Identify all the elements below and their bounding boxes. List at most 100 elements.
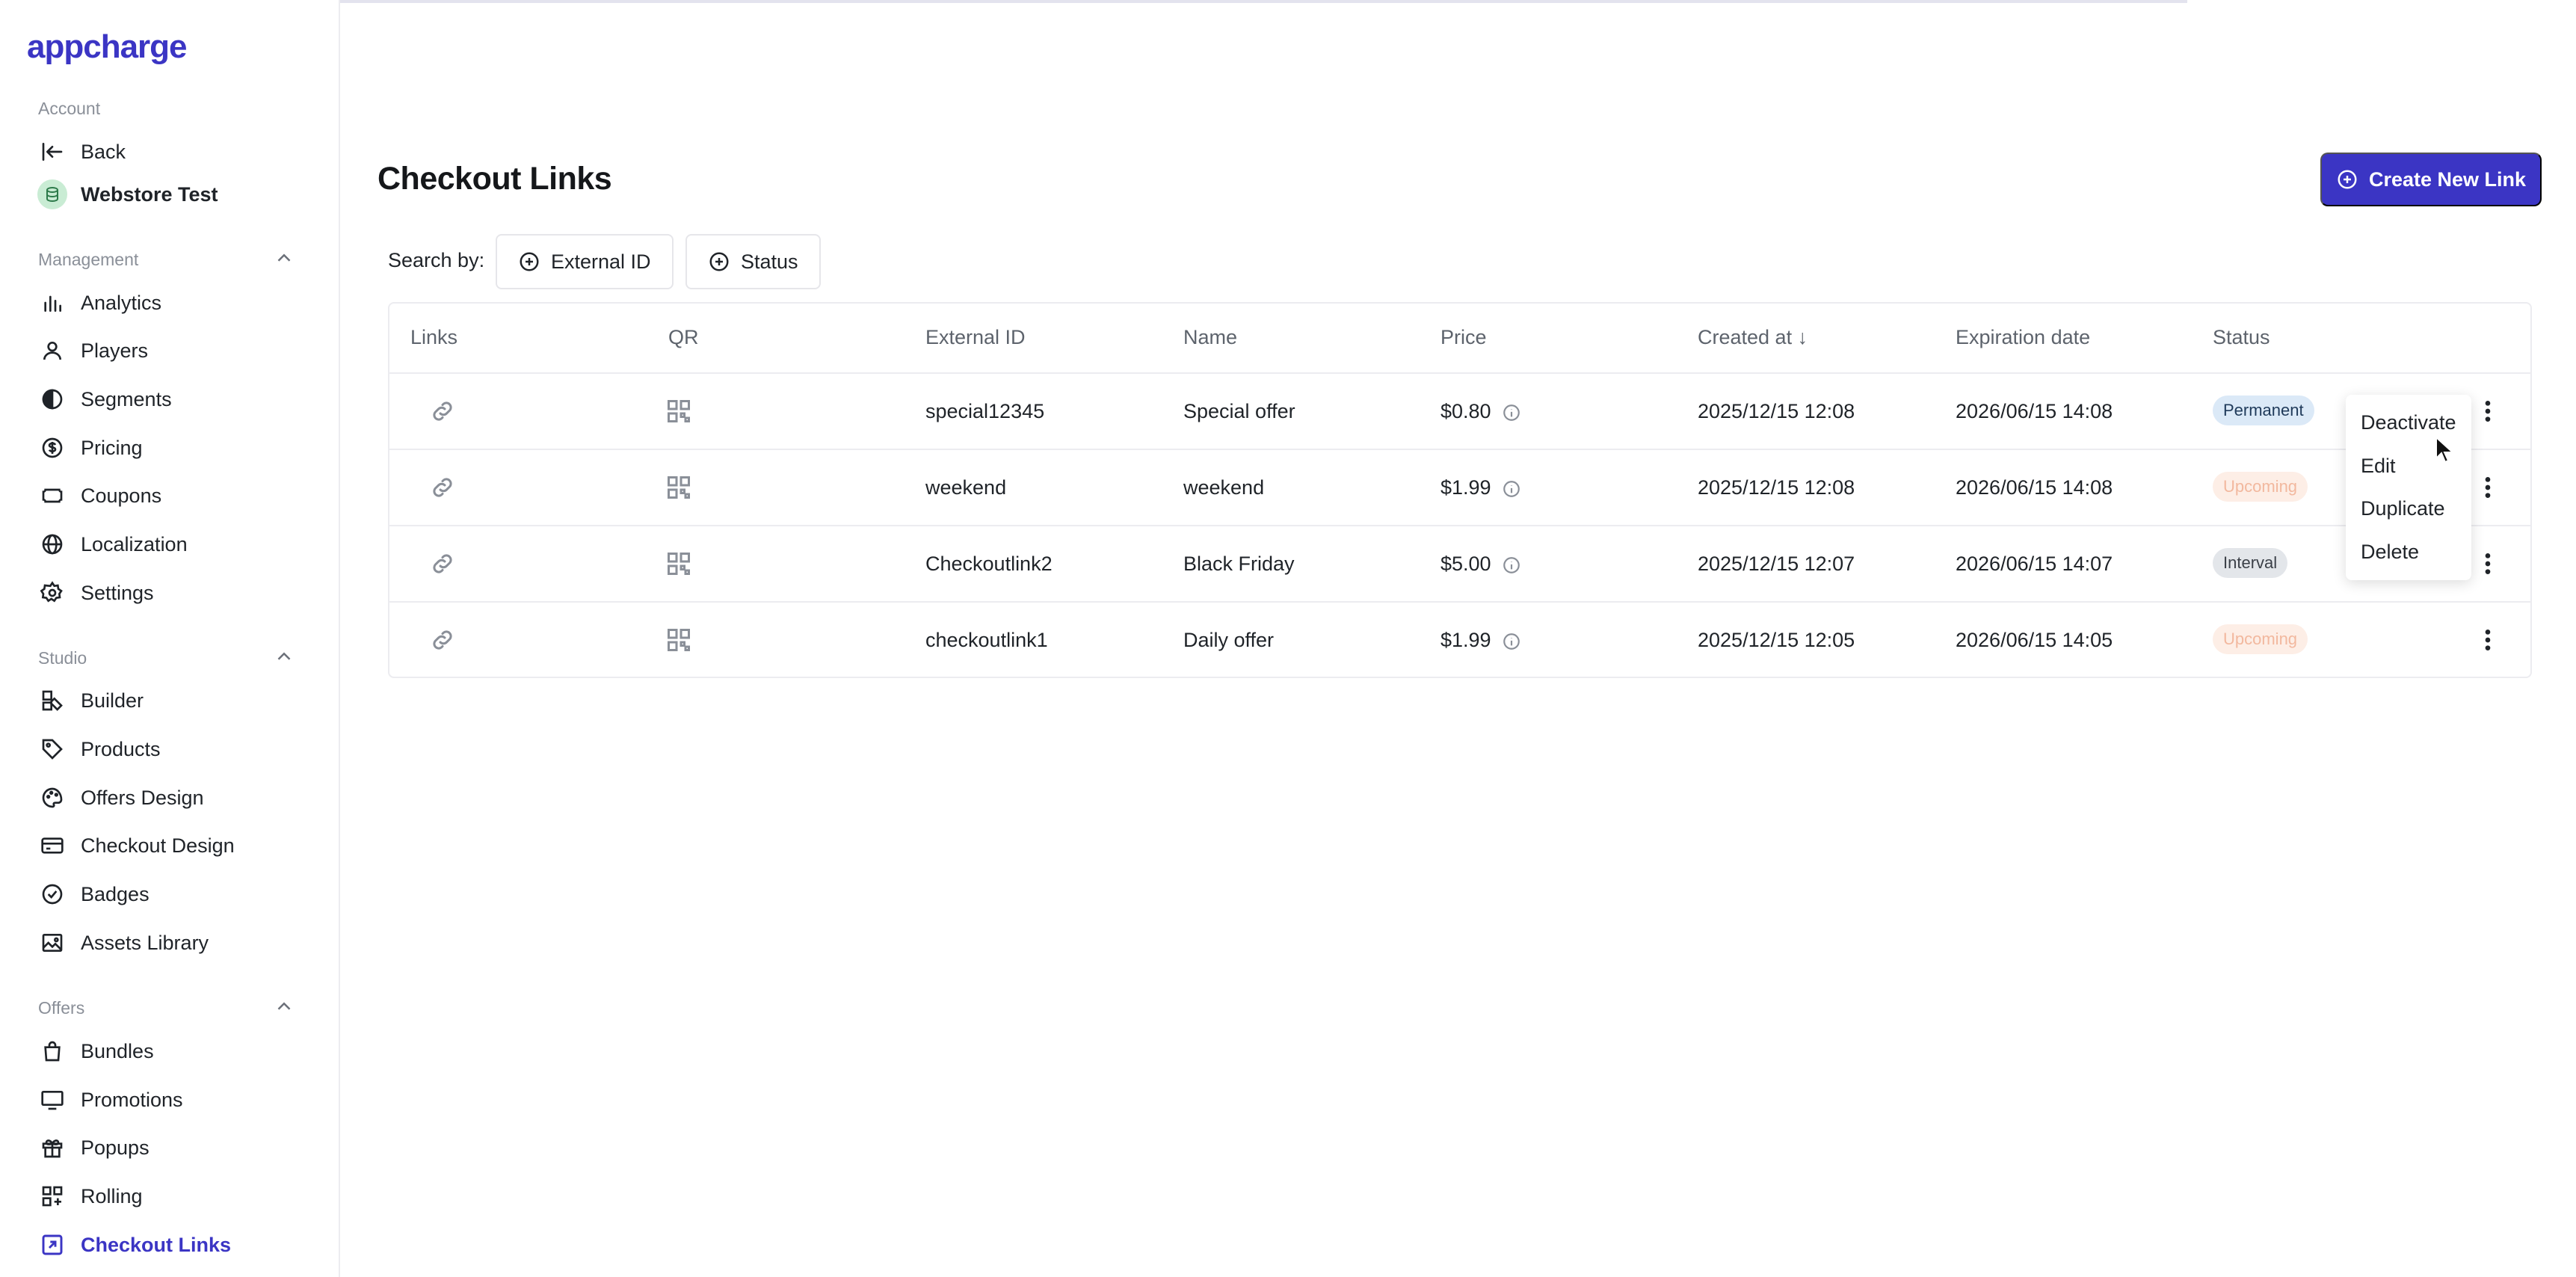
price-value: $1.99: [1440, 629, 1491, 651]
sidebar-item-label: Products: [81, 737, 161, 760]
info-icon[interactable]: [1502, 632, 1521, 651]
sidebar-item-label: Bundles: [81, 1039, 154, 1062]
column-header-external-id: External ID: [925, 326, 1026, 348]
sidebar-item-builder[interactable]: Builder: [37, 682, 144, 719]
palette-icon: [37, 783, 67, 813]
image-icon: [37, 928, 67, 958]
sidebar-item-promotions[interactable]: Promotions: [37, 1081, 183, 1118]
create-new-link-button[interactable]: Create New Link: [2320, 153, 2542, 206]
menu-item-edit[interactable]: Edit: [2361, 455, 2396, 478]
sidebar-item-back[interactable]: Back: [37, 133, 126, 170]
sidebar-item-pricing[interactable]: Pricing: [37, 429, 143, 467]
dollar-circle-icon: [37, 433, 67, 463]
menu-item-duplicate[interactable]: Duplicate: [2361, 497, 2445, 520]
sidebar-item-rolling[interactable]: Rolling: [37, 1178, 143, 1215]
column-header-status: Status: [2213, 326, 2270, 348]
sidebar-item-label: Coupons: [81, 484, 162, 507]
cell-created-at: 2025/12/15 12:08: [1698, 476, 1855, 499]
link-icon[interactable]: [429, 474, 456, 501]
link-icon[interactable]: [429, 550, 456, 577]
sidebar-item-label: Pricing: [81, 436, 143, 459]
section-label-studio: Studio: [38, 648, 87, 668]
column-header-created-at[interactable]: Created at ↓: [1698, 326, 1808, 349]
chevron-up-icon[interactable]: [273, 645, 295, 668]
sidebar-item-label: Badges: [81, 882, 150, 905]
column-header-name: Name: [1183, 326, 1238, 348]
row-actions-button[interactable]: [2477, 396, 2499, 426]
tag-icon: [37, 734, 67, 764]
sidebar-item-offers-design[interactable]: Offers Design: [37, 779, 204, 816]
status-badge: Interval: [2213, 548, 2288, 578]
sidebar-item-players[interactable]: Players: [37, 332, 148, 369]
cell-external-id: Checkoutlink2: [925, 553, 1053, 575]
info-icon[interactable]: [1502, 556, 1521, 575]
plus-circle-icon: [520, 252, 539, 271]
kebab-menu-icon: [2485, 553, 2491, 574]
menu-item-delete[interactable]: Delete: [2361, 541, 2419, 564]
search-by-label: Search by:: [388, 249, 485, 271]
sidebar-item-settings[interactable]: Settings: [37, 574, 154, 612]
sidebar-item-label: Settings: [81, 581, 154, 604]
sidebar-item-segments[interactable]: Segments: [37, 381, 172, 418]
link-icon[interactable]: [429, 398, 456, 425]
sidebar-item-checkout-links[interactable]: Checkout Links: [37, 1226, 231, 1264]
sidebar-item-label: Offers Design: [81, 786, 204, 809]
info-icon[interactable]: [1502, 479, 1521, 499]
sidebar-item-checkout-design[interactable]: Checkout Design: [37, 827, 235, 864]
status-badge: Upcoming: [2213, 472, 2308, 502]
gift-icon: [37, 1133, 67, 1163]
sidebar-item-bundles[interactable]: Bundles: [37, 1033, 154, 1070]
cell-name: weekend: [1183, 476, 1265, 499]
sidebar-item-label: Assets Library: [81, 931, 209, 954]
sidebar-item-products[interactable]: Products: [37, 730, 161, 768]
cell-price: $0.80: [1440, 400, 1521, 423]
app-logo[interactable]: appcharge: [27, 28, 188, 66]
column-header-qr: QR: [668, 326, 699, 348]
cell-name: Black Friday: [1183, 553, 1295, 575]
sidebar-item-label: Back: [81, 140, 126, 163]
sidebar-item-label: Webstore Test: [81, 182, 218, 206]
qr-code-icon[interactable]: [665, 474, 692, 501]
plus-circle-icon: [2338, 170, 2357, 189]
link-icon[interactable]: [429, 627, 456, 653]
cell-expiration-date: 2026/06/15 14:05: [1956, 629, 2113, 651]
kebab-menu-icon: [2485, 401, 2491, 422]
filter-status-button[interactable]: Status: [685, 234, 821, 289]
section-label-account: Account: [38, 99, 101, 118]
sidebar-item-assets-library[interactable]: Assets Library: [37, 924, 209, 961]
plus-circle-icon: [709, 252, 729, 271]
status-badge: Permanent: [2213, 396, 2314, 425]
cell-price: $1.99: [1440, 476, 1521, 499]
qr-code-icon[interactable]: [665, 627, 692, 653]
menu-item-deactivate[interactable]: Deactivate: [2361, 411, 2456, 434]
chevron-up-icon[interactable]: [273, 995, 295, 1018]
sidebar-item-badges[interactable]: Badges: [37, 876, 150, 913]
cell-price: $5.00: [1440, 553, 1521, 576]
sidebar-item-label: Popups: [81, 1136, 150, 1159]
qr-code-icon[interactable]: [665, 398, 692, 425]
sidebar-item-analytics[interactable]: Analytics: [37, 284, 161, 321]
cell-created-at: 2025/12/15 12:07: [1698, 553, 1855, 575]
qr-code-icon[interactable]: [665, 550, 692, 577]
filter-label: External ID: [551, 250, 651, 273]
sidebar-item-store[interactable]: Webstore Test: [37, 176, 218, 213]
sidebar-item-localization[interactable]: Localization: [37, 526, 188, 563]
row-actions-button[interactable]: [2477, 625, 2499, 655]
cell-expiration-date: 2026/06/15 14:08: [1956, 400, 2113, 422]
store-database-icon: [37, 179, 67, 209]
sidebar-item-label: Checkout Design: [81, 834, 235, 857]
gear-icon: [37, 578, 67, 608]
ticket-icon: [37, 481, 67, 511]
sidebar-item-popups[interactable]: Popups: [37, 1129, 150, 1166]
bag-icon: [37, 1036, 67, 1066]
row-actions-button[interactable]: [2477, 549, 2499, 579]
chevron-up-icon[interactable]: [273, 247, 295, 269]
kebab-menu-icon: [2485, 630, 2491, 650]
filter-external-id-button[interactable]: External ID: [496, 234, 674, 289]
sidebar-item-coupons[interactable]: Coupons: [37, 477, 161, 514]
sidebar: appcharge Account Back Webstore Test Man…: [0, 0, 340, 1277]
row-actions-button[interactable]: [2477, 473, 2499, 502]
info-icon[interactable]: [1502, 403, 1521, 422]
card-icon: [37, 831, 67, 861]
sidebar-item-label: Promotions: [81, 1088, 183, 1111]
